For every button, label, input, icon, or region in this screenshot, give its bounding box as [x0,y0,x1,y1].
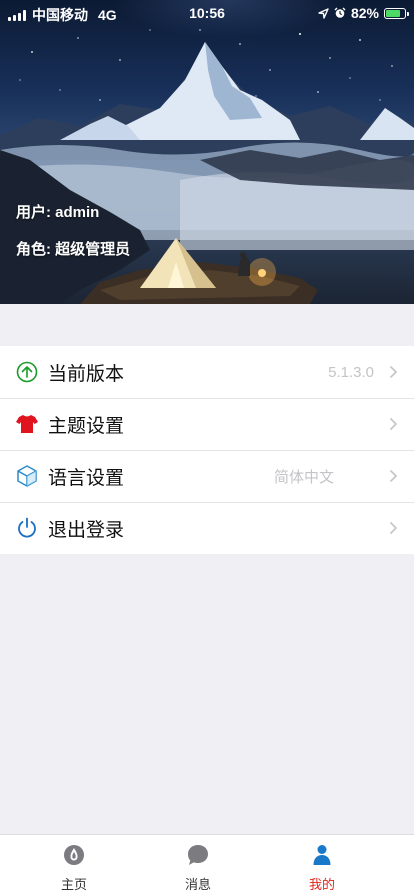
location-arrow-icon [318,7,329,19]
tab-mine[interactable]: 我的 [272,841,372,893]
menu-item-language[interactable]: 语言设置 简体中文 [0,450,414,502]
tab-label: 消息 [184,877,211,892]
chevron-right-icon [389,521,398,535]
profile-header: 中国移动 4G 10:56 82% 用户: admin 角色: 超级管理员 [0,0,414,304]
menu-item-logout[interactable]: 退出登录 [0,502,414,554]
tshirt-icon [16,415,38,433]
battery-percent: 82% [350,5,379,21]
chat-bubble-icon [188,845,208,865]
menu-item-label: 当前版本 [48,363,125,385]
status-bar: 中国移动 4G 10:56 82% [0,0,414,26]
chevron-right-icon [389,417,398,431]
person-icon [313,845,331,865]
chevron-right-icon [389,469,398,483]
user-name-label: 用户: admin [16,204,100,221]
menu-item-label: 退出登录 [48,519,125,541]
tab-label: 主页 [60,877,87,892]
tab-home[interactable]: 主页 [24,841,124,893]
power-icon [18,517,36,538]
arrow-up-circle-icon [16,361,38,383]
language-value: 简体中文 [273,468,334,486]
tab-messages[interactable]: 消息 [148,841,248,893]
chevron-right-icon [389,365,398,379]
cube-icon [17,465,37,487]
user-role-label: 角色: 超级管理员 [16,241,131,258]
alarm-clock-icon [334,7,346,18]
menu-item-version[interactable]: 当前版本 5.1.3.0 [0,346,414,398]
menu-item-label: 语言设置 [48,467,125,489]
battery-icon [384,7,409,19]
version-value: 5.1.3.0 [328,363,374,381]
tab-label: 我的 [308,877,335,892]
menu-item-theme[interactable]: 主题设置 [0,398,414,450]
settings-menu: 当前版本 5.1.3.0 主题设置 语言设置 简体中文 退出登录 [0,346,414,554]
home-drop-icon [64,845,84,865]
bottom-tab-bar: 主页 消息 我的 [0,834,414,896]
menu-item-label: 主题设置 [48,415,125,437]
